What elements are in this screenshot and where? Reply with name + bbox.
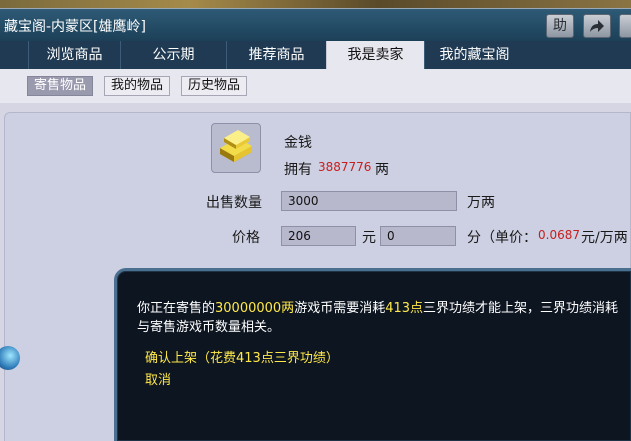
tab-seller[interactable]: 我是卖家 bbox=[326, 41, 424, 69]
dialog-msg-line2: 与寄售游戏币数量相关。 bbox=[137, 320, 281, 335]
dialog-msg-points: 413点 bbox=[385, 301, 424, 316]
cancel-option[interactable]: 取消 bbox=[145, 369, 171, 388]
quantity-label: 出售数量 bbox=[206, 195, 262, 211]
sub-tab-bar: 寄售物品 我的物品 历史物品 bbox=[0, 69, 631, 103]
price-fen-input[interactable]: 0 bbox=[380, 226, 456, 246]
item-name: 金钱 bbox=[284, 135, 312, 151]
main-tab-bar: 浏览商品 公示期 推荐商品 我是卖家 我的藏宝阁 bbox=[0, 41, 631, 69]
quantity-input[interactable]: 3000 bbox=[281, 191, 457, 211]
unit-price-suffix: 元/万两 bbox=[581, 230, 628, 246]
quantity-unit: 万两 bbox=[467, 195, 495, 211]
dialog-msg-amount: 30000000两 bbox=[215, 301, 295, 316]
tab-my-pavilion[interactable]: 我的藏宝阁 bbox=[424, 41, 524, 69]
window-title: 藏宝阁-内蒙区[雄鹰岭] bbox=[4, 19, 146, 35]
confirm-listing-option[interactable]: 确认上架（花费413点三界功绩） bbox=[145, 347, 339, 366]
dialog-msg-part1: 你正在寄售的 bbox=[137, 301, 216, 316]
subtab-my-items[interactable]: 我的物品 bbox=[104, 76, 171, 96]
owned-prefix: 拥有 bbox=[284, 162, 312, 178]
title-bar: 藏宝阁-内蒙区[雄鹰岭] 助 bbox=[0, 9, 631, 41]
help-button[interactable]: 助 bbox=[546, 14, 574, 38]
dialog-msg-part2: 游戏币需要消耗 bbox=[294, 301, 386, 316]
tab-recommended[interactable]: 推荐商品 bbox=[226, 41, 326, 69]
price-yuan-input[interactable]: 206 bbox=[281, 226, 356, 246]
owned-amount: 3887776 bbox=[318, 160, 372, 174]
dialog-msg-part3: 三界功绩才能上架，三界功绩消耗 bbox=[423, 301, 619, 316]
share-arrow-icon[interactable] bbox=[583, 14, 611, 38]
owned-unit: 两 bbox=[375, 162, 389, 178]
fen-unit: 分（单价： bbox=[467, 230, 537, 246]
yuan-unit: 元 bbox=[362, 230, 376, 246]
dialog-message: 你正在寄售的30000000两游戏币需要消耗413点三界功绩才能上架，三界功绩消… bbox=[137, 299, 631, 337]
subtab-consign[interactable]: 寄售物品 bbox=[27, 76, 94, 96]
gold-ingot-icon bbox=[211, 123, 261, 173]
unit-price-value: 0.0687 bbox=[538, 228, 580, 242]
tab-browse[interactable]: 浏览商品 bbox=[28, 41, 120, 69]
close-button[interactable] bbox=[619, 14, 631, 38]
subtab-history[interactable]: 历史物品 bbox=[181, 76, 248, 96]
confirm-dialog: 你正在寄售的30000000两游戏币需要消耗413点三界功绩才能上架，三界功绩消… bbox=[114, 268, 631, 441]
price-label: 价格 bbox=[232, 230, 260, 246]
tab-publicity[interactable]: 公示期 bbox=[120, 41, 226, 69]
